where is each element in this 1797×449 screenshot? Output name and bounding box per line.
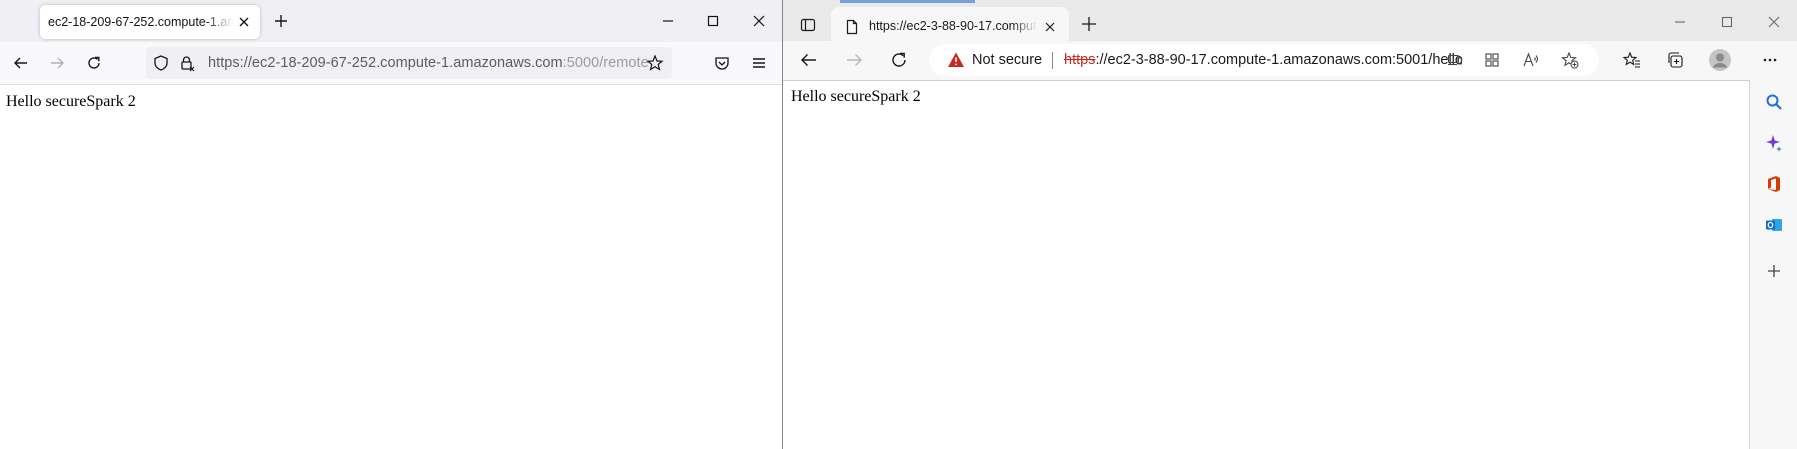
close-icon[interactable] [236,14,252,30]
edge-url: https://ec2-3-88-90-17.compute-1.amazona… [1064,52,1463,68]
copilot-icon[interactable] [1765,134,1783,152]
reload-icon[interactable] [85,54,103,72]
page-icon [843,18,861,36]
firefox-toolbar: https://ec2-18-209-67-252.compute-1.amaz… [0,42,782,85]
back-icon[interactable] [12,54,30,72]
search-icon[interactable] [1765,93,1783,111]
minimize-icon[interactable] [659,12,677,30]
edge-page-content: Hello secureSpark 2 [783,80,1750,449]
add-favorite-icon[interactable] [1561,51,1579,69]
url-path: :5000/remote [562,55,649,71]
warning-icon[interactable] [947,51,965,69]
close-icon[interactable] [750,12,768,30]
lock-icon[interactable] [178,54,196,72]
plus-icon[interactable] [272,12,290,30]
firefox-titlebar: ec2-18-209-67-252.compute-1.amazonaws.co… [0,0,782,42]
shield-icon[interactable] [152,54,170,72]
firefox-tab-title: ec2-18-209-67-252.compute-1.amazonaws.co… [48,15,233,29]
more-icon[interactable] [1761,51,1779,69]
reload-icon[interactable] [890,51,908,69]
add-icon[interactable] [1765,262,1783,280]
plus-icon[interactable] [1080,15,1098,33]
pocket-icon[interactable] [713,54,731,72]
security-label[interactable]: Not secure [972,52,1042,68]
url-path: ://ec2-3-88-90-17.compute-1.amazonaws.co… [1095,52,1463,68]
edge-toolbar: Not secure https://ec2-3-88-90-17.comput… [783,41,1797,80]
tab-accent-strip [840,0,975,3]
edge-sidebar [1750,80,1797,449]
forward-icon[interactable] [845,51,863,69]
maximize-icon[interactable] [1718,13,1736,31]
apps-icon[interactable] [1483,51,1501,69]
menu-icon[interactable] [750,54,768,72]
maximize-icon[interactable] [704,12,722,30]
edge-tab-title: https://ec2-3-88-90-17.compute-1.amazona… [869,19,1037,33]
collections-icon[interactable] [1666,51,1684,69]
edge-window: https://ec2-3-88-90-17.compute-1.amazona… [783,0,1797,449]
edge-address-bar[interactable]: Not secure https://ec2-3-88-90-17.comput… [929,44,1599,76]
address-separator [1052,52,1053,69]
star-icon[interactable] [646,54,664,72]
profile-icon[interactable] [1708,48,1732,72]
sidebar-toggle-icon[interactable] [799,16,817,34]
forward-icon[interactable] [48,54,66,72]
firefox-tab[interactable]: ec2-18-209-67-252.compute-1.amazonaws.co… [40,5,260,39]
favorites-icon[interactable] [1623,51,1641,69]
page-text: Hello secureSpark 2 [6,93,136,110]
close-icon[interactable] [1765,13,1783,31]
url-scheme: https [1064,52,1096,68]
url-host: https://ec2-18-209-67-252.compute-1.amaz… [208,55,563,71]
devices-icon[interactable] [1446,51,1464,69]
firefox-page-content: Hello secureSpark 2 [0,85,782,449]
outlook-icon[interactable] [1765,216,1783,234]
page-text: Hello secureSpark 2 [791,88,921,105]
firefox-window: ec2-18-209-67-252.compute-1.amazonaws.co… [0,0,782,449]
office-icon[interactable] [1765,175,1783,193]
read-aloud-icon[interactable] [1522,51,1540,69]
close-icon[interactable] [1041,18,1059,36]
firefox-address-bar[interactable]: https://ec2-18-209-67-252.compute-1.amaz… [146,47,672,79]
firefox-url: https://ec2-18-209-67-252.compute-1.amaz… [208,55,649,71]
minimize-icon[interactable] [1671,13,1689,31]
back-icon[interactable] [800,51,818,69]
